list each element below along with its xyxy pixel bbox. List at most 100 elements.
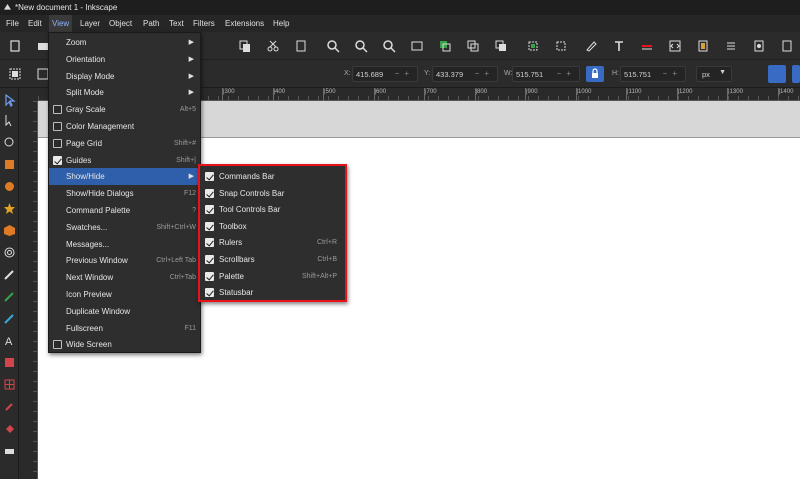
checkbox-checked-icon[interactable] bbox=[205, 172, 214, 181]
menu-filters[interactable]: Filters bbox=[190, 15, 218, 32]
preferences-icon[interactable] bbox=[752, 39, 766, 53]
height-field[interactable]: H: 515.751 −+ bbox=[612, 66, 686, 82]
menu-item-show-hide[interactable]: Show/Hide ▶ bbox=[49, 168, 200, 186]
checkbox-checked-icon[interactable] bbox=[53, 155, 62, 165]
xml-editor-icon[interactable] bbox=[668, 39, 682, 53]
checkbox-checked-icon[interactable] bbox=[205, 221, 214, 231]
submenu-item-toolbox[interactable]: Toolbox bbox=[200, 218, 345, 235]
zoom-selection-icon[interactable] bbox=[326, 39, 340, 53]
submenu-item-tool-controls-bar[interactable]: Tool Controls Bar bbox=[200, 201, 345, 218]
x-coordinate-field[interactable]: X: 415.689 −+ bbox=[344, 66, 418, 82]
layers-icon[interactable] bbox=[640, 39, 654, 53]
menu-item-previous-window[interactable]: Previous Window Ctrl+Left Tab bbox=[49, 252, 200, 269]
paste-icon[interactable] bbox=[294, 39, 308, 53]
vertical-ruler[interactable] bbox=[19, 101, 38, 479]
checkbox-checked-icon[interactable] bbox=[205, 255, 214, 264]
menu-item-orientation[interactable]: Orientation ▶ bbox=[49, 51, 200, 68]
unlink-clone-icon[interactable] bbox=[494, 39, 508, 53]
checkbox-checked-icon[interactable] bbox=[205, 288, 214, 298]
gradient-tool-icon[interactable] bbox=[3, 356, 16, 369]
submenu-item-snap-controls-bar[interactable]: Snap Controls Bar bbox=[200, 185, 345, 202]
menu-item-messages[interactable]: Messages... bbox=[49, 236, 200, 253]
zoom-drawing-icon[interactable] bbox=[354, 39, 368, 53]
menu-item-zoom[interactable]: Zoom ▶ bbox=[49, 34, 200, 51]
menu-item-next-window[interactable]: Next Window Ctrl+Tab bbox=[49, 269, 200, 286]
menu-extensions[interactable]: Extensions bbox=[222, 15, 267, 32]
x-stepper[interactable]: −+ bbox=[395, 69, 414, 78]
pencil-tool-icon[interactable] bbox=[3, 268, 16, 281]
y-coordinate-field[interactable]: Y: 433.379 −+ bbox=[424, 66, 498, 82]
menu-item-split-mode[interactable]: Split Mode ▶ bbox=[49, 84, 200, 101]
document-properties-icon[interactable] bbox=[724, 39, 738, 53]
menu-item-wide-screen[interactable]: Wide Screen bbox=[49, 336, 200, 353]
unit-select[interactable]: px ▼ bbox=[696, 66, 732, 82]
dropper-tool-icon[interactable] bbox=[3, 400, 16, 413]
menu-item-guides[interactable]: Guides Shift+| bbox=[49, 152, 200, 169]
zoom-width-icon[interactable] bbox=[410, 39, 424, 53]
width-field[interactable]: W: 515.751 −+ bbox=[504, 66, 580, 82]
fill-stroke-icon[interactable] bbox=[584, 39, 598, 53]
menu-edit[interactable]: Edit bbox=[25, 15, 45, 32]
clone-icon[interactable] bbox=[466, 39, 480, 53]
paint-bucket-tool-icon[interactable] bbox=[3, 422, 16, 435]
h-stepper[interactable]: −+ bbox=[663, 69, 682, 78]
ungroup-icon[interactable] bbox=[554, 39, 568, 53]
ellipse-tool-icon[interactable] bbox=[3, 180, 16, 193]
menu-help[interactable]: Help bbox=[270, 15, 292, 32]
y-stepper[interactable]: −+ bbox=[475, 69, 494, 78]
menu-item-swatches[interactable]: Swatches... Shift+Ctrl+W bbox=[49, 219, 200, 236]
tweak-tool-icon[interactable] bbox=[3, 136, 16, 149]
copy-icon[interactable] bbox=[238, 39, 252, 53]
checkbox-icon[interactable] bbox=[53, 340, 62, 350]
menu-item-command-palette[interactable]: Command Palette? bbox=[49, 202, 200, 219]
checkbox-icon[interactable] bbox=[53, 122, 62, 131]
text-font-icon[interactable] bbox=[612, 39, 626, 53]
submenu-item-commands-bar[interactable]: Commands Bar bbox=[200, 168, 345, 185]
duplicate-icon[interactable] bbox=[438, 39, 452, 53]
calligraphy-tool-icon[interactable] bbox=[3, 312, 16, 325]
checkbox-checked-icon[interactable] bbox=[205, 205, 214, 215]
align-icon[interactable] bbox=[696, 39, 710, 53]
export-icon[interactable] bbox=[780, 39, 794, 53]
transform-corners-button[interactable] bbox=[792, 65, 800, 83]
menu-layer[interactable]: Layer bbox=[77, 15, 103, 32]
spiral-tool-icon[interactable] bbox=[3, 246, 16, 259]
pen-tool-icon[interactable] bbox=[3, 290, 16, 303]
menu-view[interactable]: View bbox=[49, 15, 73, 32]
menu-item-gray-scale[interactable]: Gray Scale Alt+5 bbox=[49, 101, 200, 118]
menu-item-page-grid[interactable]: Page Grid Shift+# bbox=[49, 135, 200, 152]
submenu-item-rulers[interactable]: Rulers Ctrl+R bbox=[200, 234, 345, 251]
menu-item-color-management[interactable]: Color Management bbox=[49, 118, 200, 135]
menu-item-show-hide-dialogs[interactable]: Show/Hide Dialogs F12 bbox=[49, 185, 200, 202]
menu-text[interactable]: Text bbox=[166, 15, 187, 32]
submenu-item-scrollbars[interactable]: Scrollbars Ctrl+B bbox=[200, 251, 345, 268]
select-all-icon[interactable] bbox=[8, 67, 22, 81]
menu-file[interactable]: File bbox=[3, 15, 22, 32]
new-document-icon[interactable] bbox=[8, 39, 22, 53]
lock-ratio-button[interactable] bbox=[586, 66, 604, 82]
transform-stroke-button[interactable] bbox=[768, 65, 786, 83]
w-stepper[interactable]: −+ bbox=[557, 69, 576, 78]
star-tool-icon[interactable] bbox=[3, 202, 16, 215]
checkbox-checked-icon[interactable] bbox=[205, 188, 214, 198]
menu-item-fullscreen[interactable]: Fullscreen F11 bbox=[49, 320, 200, 337]
checkbox-checked-icon[interactable] bbox=[205, 271, 214, 281]
mesh-tool-icon[interactable] bbox=[3, 378, 16, 391]
checkbox-icon[interactable] bbox=[53, 138, 62, 148]
zoom-page-icon[interactable] bbox=[382, 39, 396, 53]
menu-item-display-mode[interactable]: Display Mode ▶ bbox=[49, 68, 200, 85]
cut-icon[interactable] bbox=[266, 39, 280, 53]
3d-box-tool-icon[interactable] bbox=[3, 224, 16, 237]
eraser-tool-icon[interactable] bbox=[3, 444, 16, 457]
group-icon[interactable] bbox=[526, 39, 540, 53]
text-tool-icon[interactable]: A bbox=[3, 334, 16, 347]
selector-tool-icon[interactable] bbox=[3, 94, 16, 107]
node-tool-icon[interactable] bbox=[3, 114, 16, 127]
menu-path[interactable]: Path bbox=[140, 15, 162, 32]
submenu-item-palette[interactable]: Palette Shift+Alt+P bbox=[200, 268, 345, 285]
menu-item-duplicate-window[interactable]: Duplicate Window bbox=[49, 303, 200, 320]
checkbox-checked-icon[interactable] bbox=[205, 238, 214, 248]
menu-item-icon-preview[interactable]: Icon Preview bbox=[49, 286, 200, 303]
rectangle-tool-icon[interactable] bbox=[3, 158, 16, 171]
checkbox-icon[interactable] bbox=[53, 105, 62, 115]
